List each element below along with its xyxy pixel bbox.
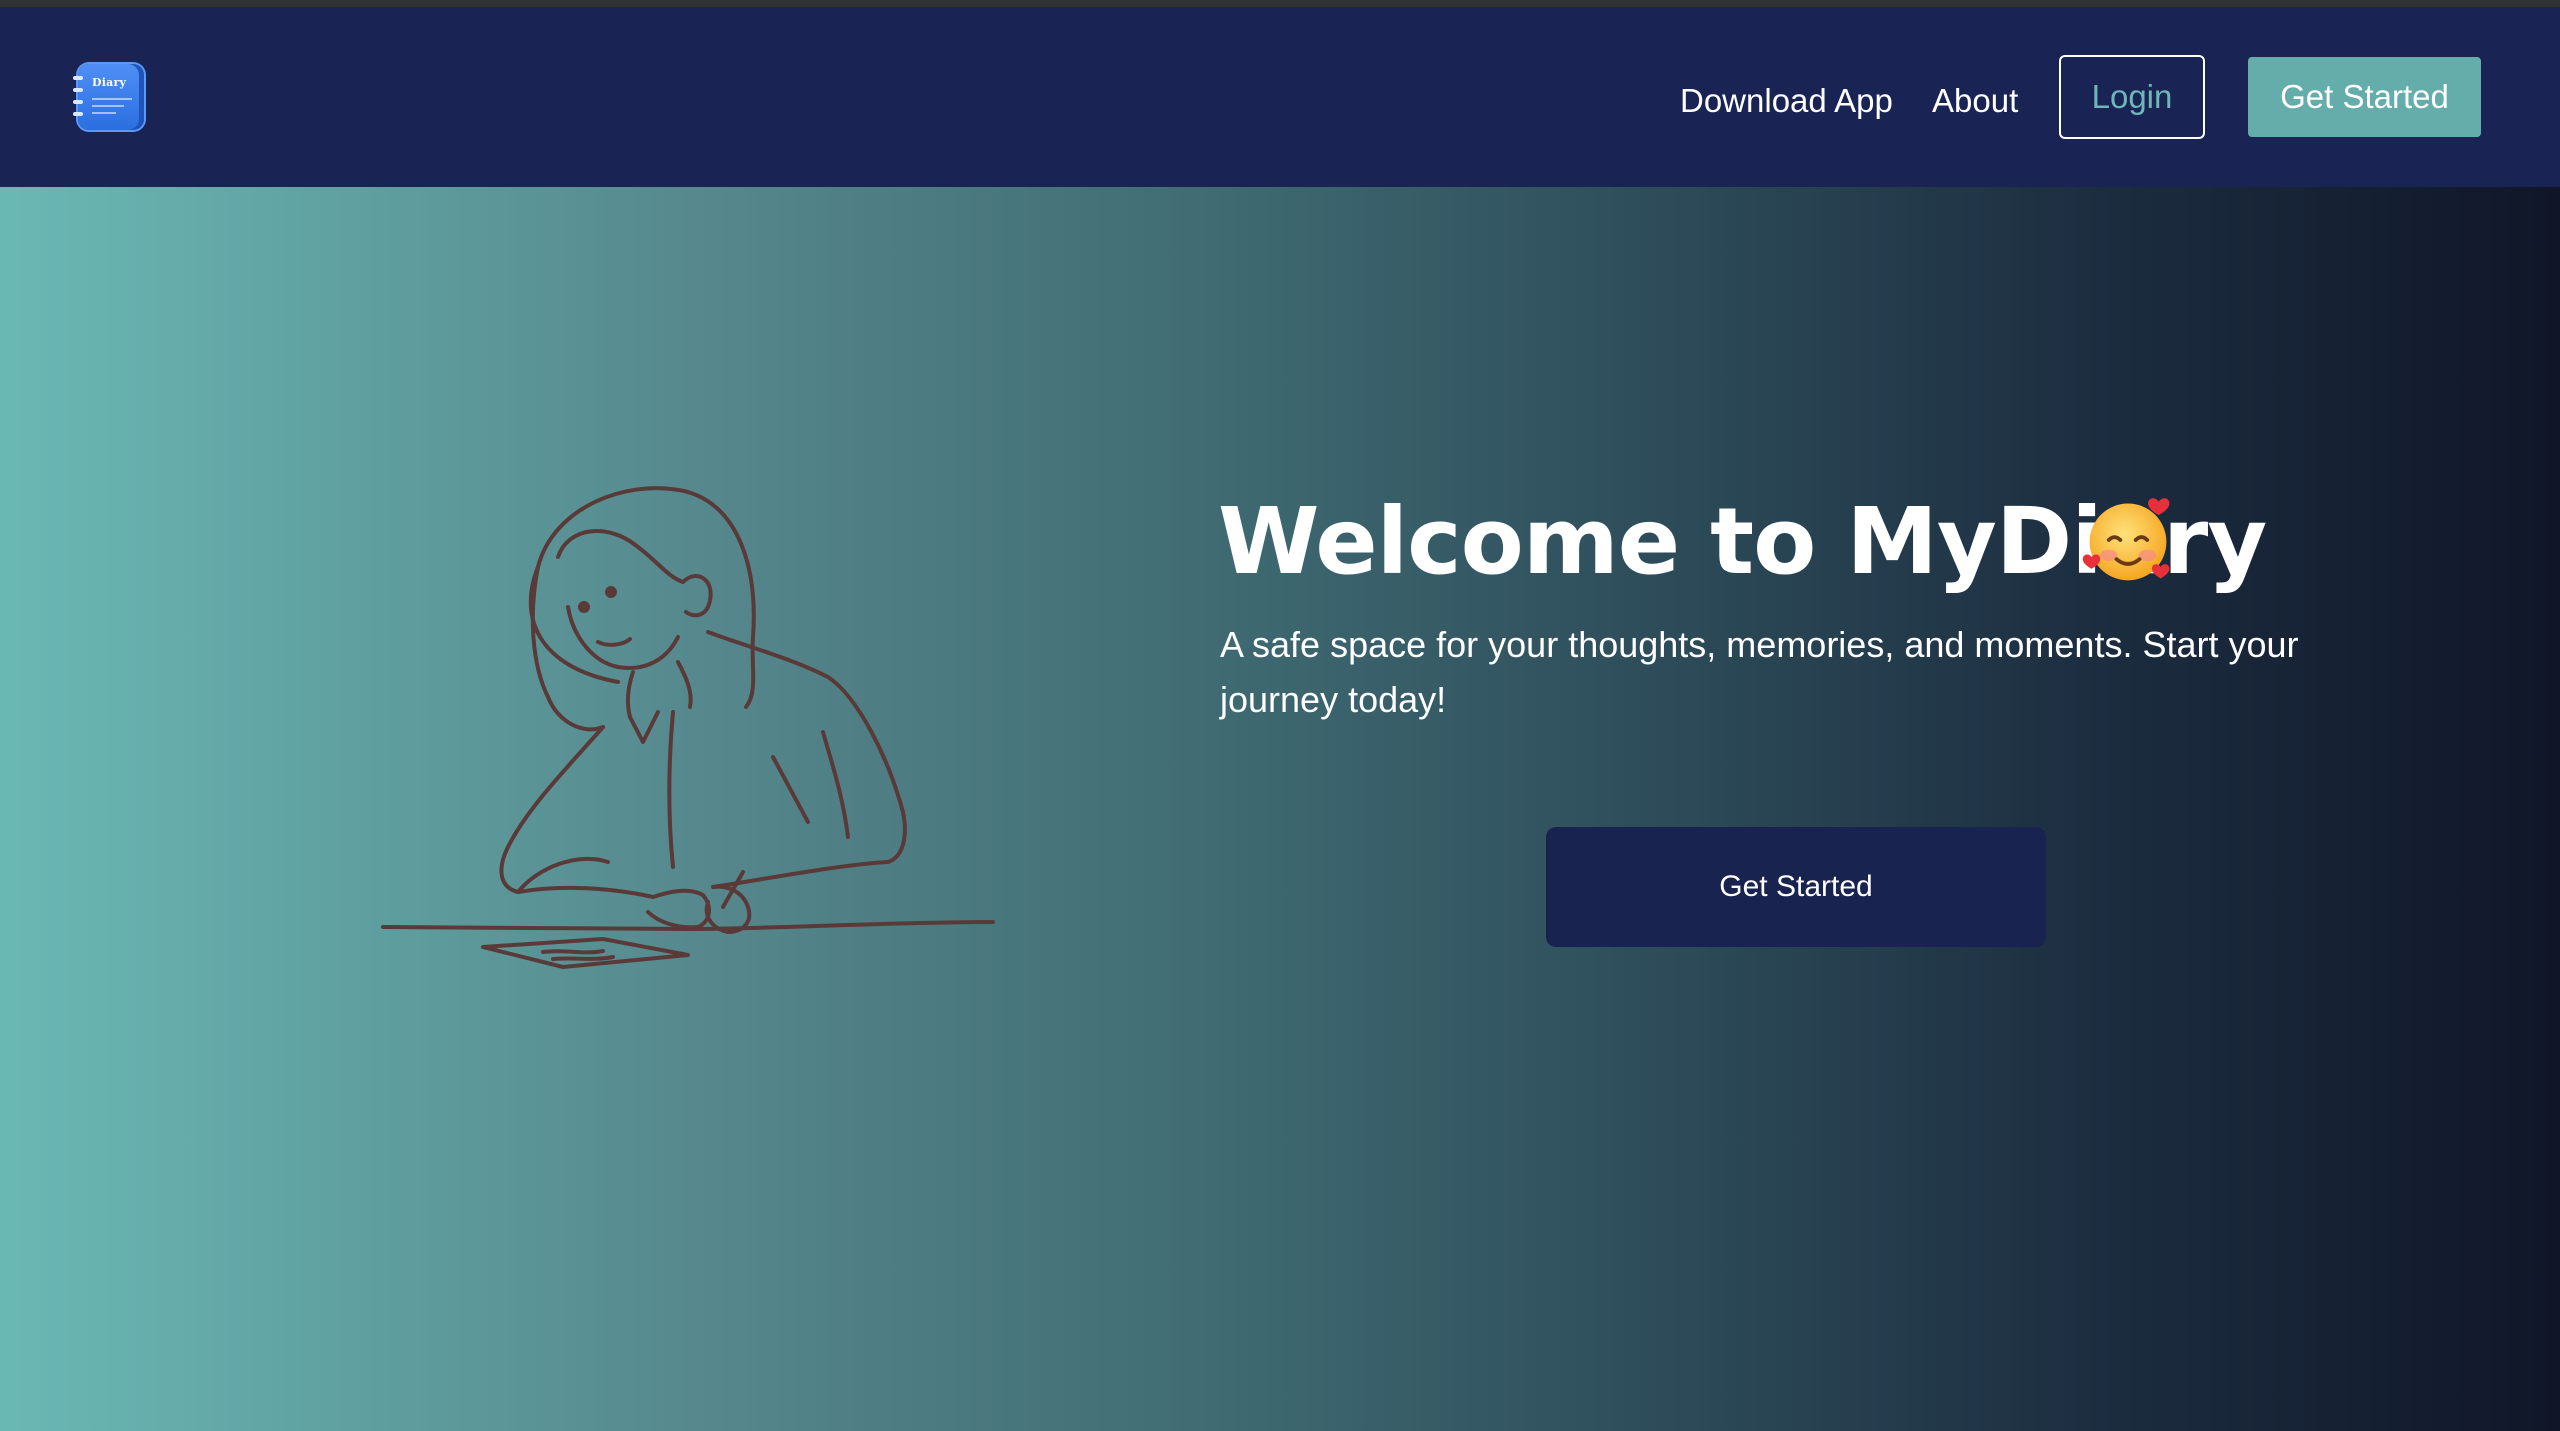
woman-writing-illustration	[381, 486, 995, 969]
nav-link-download-app[interactable]: Download App	[1680, 81, 1893, 121]
smiling-face-with-hearts-icon	[2082, 498, 2170, 581]
hero-section: Welcome to MyDiary A safe space for your…	[0, 187, 2560, 1431]
window-top-strip	[0, 0, 2560, 7]
notebook-lines	[92, 98, 132, 119]
nav-link-about[interactable]: About	[1932, 81, 2018, 121]
diary-logo-icon[interactable]: Diary	[73, 64, 144, 130]
hero-get-started-button[interactable]: Get Started	[1546, 827, 2046, 947]
hero-subtitle: A safe space for your thoughts, memories…	[1220, 624, 2299, 720]
login-button[interactable]: Login	[2059, 55, 2205, 139]
navbar: Diary Download App About Login Get Start…	[0, 7, 2560, 187]
logo-text: Diary	[92, 76, 127, 89]
notebook-rings	[73, 76, 83, 120]
nav-get-started-button[interactable]: Get Started	[2248, 57, 2481, 137]
